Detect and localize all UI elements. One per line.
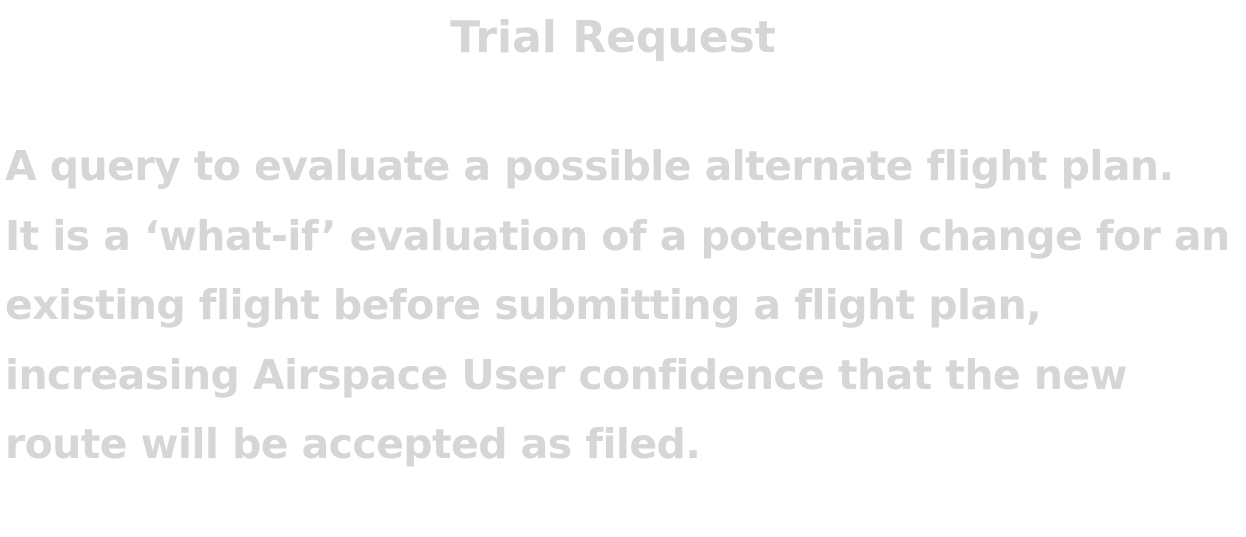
description-line: route will be accepted as filed. (5, 420, 701, 468)
description-line: A query to evaluate a possible alternate… (5, 142, 1174, 190)
card-description: A query to evaluate a possible alternate… (5, 132, 1241, 480)
card-title: Trial Request (450, 12, 776, 63)
description-line: It is a ‘what-if’ evaluation of a potent… (5, 211, 1230, 260)
description-line: increasing Airspace User confidence that… (5, 350, 1127, 399)
description-line: existing flight before submitting a flig… (5, 281, 1042, 329)
info-card: Trial Request A query to evaluate a poss… (0, 0, 1246, 537)
